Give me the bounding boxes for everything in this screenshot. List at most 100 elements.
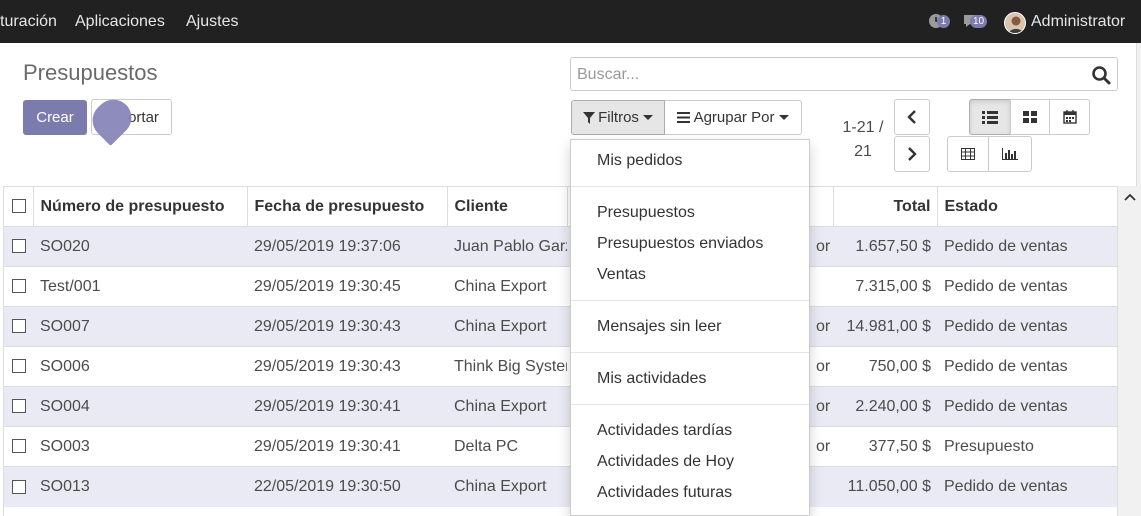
filter-option[interactable]: Presupuestos [597,204,695,222]
pager-value[interactable]: 1-21 / 21 [837,116,889,164]
cell-customer: Delta PC [447,426,567,467]
cell-date: 29/05/2019 19:30:41 [247,386,447,427]
calendar-view-button[interactable] [1049,99,1090,135]
cell-status: Pedido de ventas [937,306,1117,347]
header-customer[interactable]: Cliente [447,186,568,227]
row-checkbox[interactable] [12,479,26,494]
filter-option[interactable]: Mensajes sin leer [597,318,722,336]
table-row[interactable]: SO003 29/05/2019 19:30:41 Delta PC or 377,50… [4,426,1117,467]
pager-previous-button[interactable] [894,99,930,135]
cell-total: 377,50 $ [833,426,937,467]
pager-range: 1-21 / [842,119,884,136]
cell-customer: China Export [447,306,567,347]
cell-number: Test/001 [33,266,247,307]
cell-date: 29/05/2019 19:30:45 [247,266,447,307]
search-input[interactable] [577,64,1077,86]
cell-status: Pedido de ventas [937,226,1117,267]
graph-view-button[interactable] [988,136,1032,172]
table-scrollbar[interactable] [1117,186,1141,516]
header-number[interactable]: Número de presupuesto [33,186,248,227]
select-all-checkbox[interactable] [12,199,26,214]
row-checkbox-cell[interactable] [4,306,33,347]
cell-customer: China Export [447,386,567,427]
cell-customer: Juan Pablo Garz [447,226,567,267]
row-checkbox-cell[interactable] [4,386,33,427]
table-row[interactable]: SO020 29/05/2019 19:37:06 Juan Pablo Garz o… [4,226,1117,267]
top-navbar: turación Aplicaciones Ajustes 1 10 Admin… [0,0,1141,43]
user-avatar[interactable] [1004,12,1026,34]
nav-menu-applications[interactable]: Aplicaciones [75,13,165,31]
filters-button[interactable]: Filtros [571,100,665,135]
filter-option[interactable]: Presupuestos enviados [597,235,763,253]
filter-option[interactable]: Ventas [597,266,646,284]
pager-next-button[interactable] [894,136,930,172]
table-row[interactable]: SO013 22/05/2019 19:30:50 China Export 11.0… [4,466,1117,507]
cell-date: 22/05/2019 19:30:50 [247,466,447,507]
row-checkbox-cell[interactable] [4,466,33,507]
cell-number: SO013 [33,466,247,507]
cell-status: Pedido de ventas [937,346,1117,387]
cell-number: SO003 [33,426,247,467]
cell-date: 29/05/2019 19:37:06 [247,226,447,267]
create-button[interactable]: Crear [23,100,87,135]
scroll-up-icon[interactable] [1123,192,1137,202]
pivot-view-button[interactable] [947,136,989,172]
group-by-button[interactable]: Agrupar Por [665,100,802,135]
filter-option[interactable]: Actividades futuras [597,484,732,502]
nav-menu-settings[interactable]: Ajustes [186,13,238,31]
row-checkbox[interactable] [12,439,26,454]
row-checkbox[interactable] [12,399,26,414]
row-checkbox[interactable] [12,359,26,374]
filters-label: Filtros [598,109,639,126]
bar-chart-icon [1002,148,1018,160]
cell-date: 29/05/2019 19:30:43 [247,306,447,347]
cell-total: 11.050,00 $ [833,466,937,507]
cell-date: 29/05/2019 19:30:41 [247,426,447,467]
page-title: Presupuestos [23,60,158,85]
table-row[interactable]: SO007 29/05/2019 19:30:43 China Export or 14… [4,306,1117,347]
row-checkbox[interactable] [12,319,26,334]
header-total[interactable]: Total [833,186,938,227]
select-all-checkbox-cell[interactable] [4,186,34,227]
header-date[interactable]: Fecha de presupuesto [247,186,448,227]
cell-number: SO004 [33,386,247,427]
table-row[interactable]: SO006 29/05/2019 19:30:43 Think Big Syster… [4,346,1117,387]
activity-count-badge: 1 [937,15,950,28]
dropdown-divider [571,186,809,187]
cell-customer: China Export [447,266,567,307]
search-box[interactable] [570,57,1118,91]
group-by-label: Agrupar Por [693,109,775,126]
row-checkbox-cell[interactable] [4,346,33,387]
table-row[interactable]: SO004 29/05/2019 19:30:41 China Export or 2.… [4,386,1117,427]
list-icon [982,110,998,124]
cell-status: Pedido de ventas [937,466,1117,507]
row-checkbox-cell[interactable] [4,226,33,267]
nav-menu-invoicing[interactable]: turación [0,13,57,31]
dropdown-divider [571,300,809,301]
row-checkbox-cell[interactable] [4,266,33,307]
list-view-button[interactable] [969,99,1011,135]
cell-number: SO007 [33,306,247,347]
filter-option[interactable]: Actividades tardías [597,422,732,440]
row-checkbox-cell[interactable] [4,426,33,467]
filter-option[interactable]: Mis pedidos [597,152,682,170]
row-checkbox[interactable] [12,239,26,254]
header-status[interactable]: Estado [937,186,1117,227]
cell-total: 14.981,00 $ [833,306,937,347]
cell-status: Presupuesto [937,426,1117,467]
row-checkbox[interactable] [12,279,26,294]
cell-customer: Think Big Syster [447,346,567,387]
search-icon[interactable] [1091,65,1111,85]
cell-total: 1.657,50 $ [833,226,937,267]
kanban-view-button[interactable] [1010,99,1050,135]
bars-icon [676,112,690,123]
filter-option[interactable]: Mis actividades [597,370,706,388]
user-menu[interactable]: Administrator [1031,13,1125,31]
chevron-left-icon [907,110,916,124]
cell-date: 29/05/2019 19:30:43 [247,346,447,387]
filter-option[interactable]: Actividades de Hoy [597,453,734,471]
page-scrollbar[interactable] [1136,43,1141,186]
cell-status: Pedido de ventas [937,386,1117,427]
calendar-icon [1062,110,1077,124]
table-row[interactable]: Test/001 29/05/2019 19:30:45 China Export 7… [4,266,1117,307]
